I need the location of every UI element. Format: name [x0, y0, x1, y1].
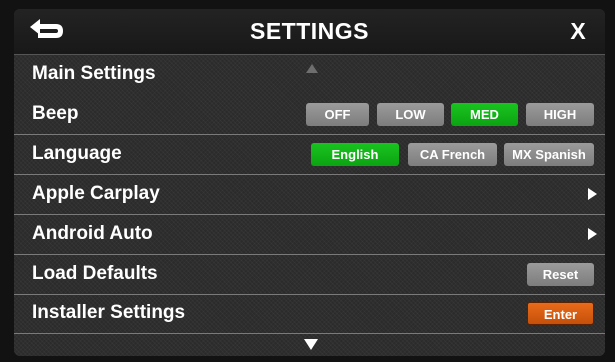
android-auto-label: Android Auto: [32, 223, 153, 244]
load-defaults-label: Load Defaults: [32, 263, 158, 284]
beep-off-button[interactable]: OFF: [306, 103, 369, 126]
language-ca-french-button[interactable]: CA French: [408, 143, 497, 166]
scroll-up-icon: [306, 64, 318, 73]
row-language: Language English CA French MX Spanish: [14, 135, 605, 175]
beep-low-button[interactable]: LOW: [377, 103, 444, 126]
row-android-auto[interactable]: Android Auto: [14, 215, 605, 255]
language-mx-spanish-button[interactable]: MX Spanish: [504, 143, 594, 166]
row-installer-settings: Installer Settings Enter: [14, 294, 605, 334]
section-title: Main Settings: [32, 63, 156, 84]
close-button[interactable]: X: [563, 18, 593, 46]
reset-button[interactable]: Reset: [527, 263, 594, 286]
settings-screen: SETTINGS X Main Settings Beep OFF LOW ME…: [14, 9, 605, 356]
language-label: Language: [32, 143, 122, 164]
beep-med-button[interactable]: MED: [451, 103, 518, 126]
title-bar: SETTINGS X: [14, 9, 605, 55]
apple-carplay-label: Apple Carplay: [32, 183, 160, 204]
row-apple-carplay[interactable]: Apple Carplay: [14, 175, 605, 215]
section-main-settings: Main Settings: [14, 55, 605, 94]
beep-high-button[interactable]: HIGH: [526, 103, 594, 126]
enter-button[interactable]: Enter: [527, 302, 594, 325]
chevron-right-icon: [588, 188, 597, 200]
installer-settings-label: Installer Settings: [32, 302, 186, 323]
row-beep: Beep OFF LOW MED HIGH: [14, 95, 605, 135]
scroll-down-icon[interactable]: [304, 339, 318, 350]
beep-label: Beep: [32, 103, 79, 124]
page-title: SETTINGS: [249, 18, 369, 44]
language-english-button[interactable]: English: [311, 143, 399, 166]
chevron-right-icon: [588, 228, 597, 240]
row-load-defaults: Load Defaults Reset: [14, 255, 605, 295]
